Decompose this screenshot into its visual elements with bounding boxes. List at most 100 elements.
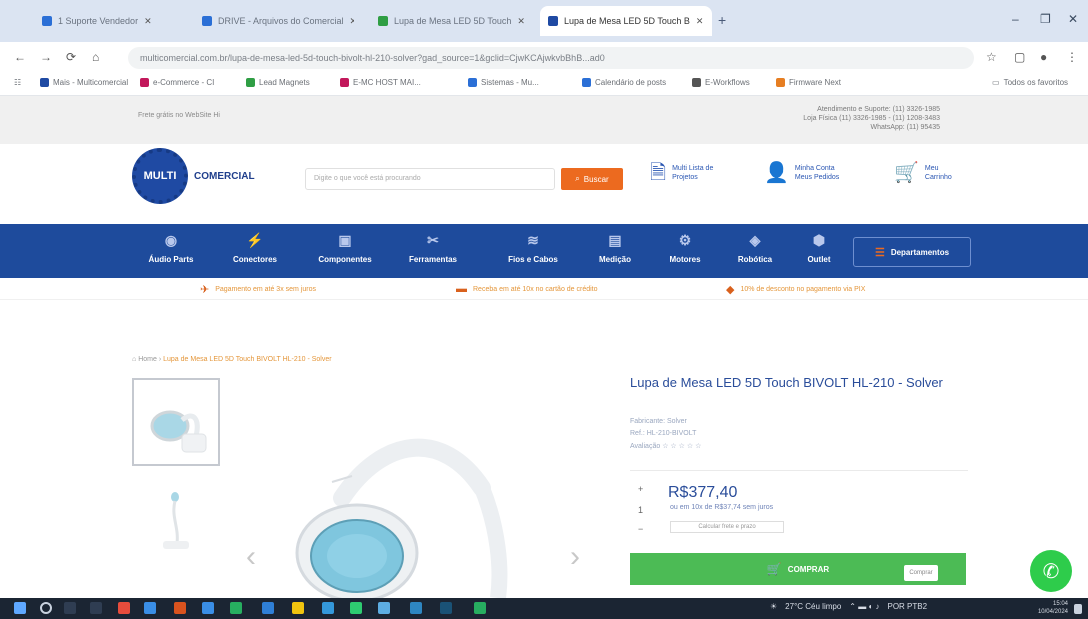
document-icon: 🗎 [650,161,667,184]
bookmark-favicon-icon [340,78,349,87]
all-bookmarks[interactable]: ▭ Todos os favoritos [992,78,1068,87]
taskbar-app-icon[interactable] [378,602,390,614]
extensions-icon[interactable]: ▢ [1014,50,1025,64]
taskbar-app-icon[interactable] [230,602,242,614]
contact-line[interactable]: WhatsApp: (11) 95435 [740,123,940,132]
taskbar-app-icon[interactable] [410,602,422,614]
gallery-next-button[interactable]: › [570,540,580,574]
category-label: Outlet [807,255,831,264]
project-list-link[interactable]: 🗎 Multi Lista de Projetos [650,161,714,184]
search-button[interactable]: ⌕ Buscar [561,168,623,190]
chrome-taskbar-icon[interactable] [292,602,304,614]
category-fios-cabos[interactable]: ≋ Fios e Cabos [498,232,568,264]
taskbar-app-icon[interactable] [474,602,486,614]
rating-label: Avaliação [630,443,661,450]
bookmark-item[interactable]: Firmware Next [776,78,841,87]
audio-icon: ◉ [164,232,178,248]
link-line: Meu [924,165,939,172]
qty-decrease-button[interactable]: − [638,524,643,534]
close-icon[interactable]: ✕ [696,16,704,27]
link-line: Multi Lista de [672,165,714,172]
buy-badge[interactable]: Comprar [904,565,938,581]
category-robotica[interactable]: ◈ Robótica [720,232,790,264]
qty-increase-button[interactable]: + [638,484,643,494]
tray-icons[interactable]: ⌃ ▬ ◐ ♪ [849,602,879,611]
taskbar-app-icon[interactable] [262,602,274,614]
product-thumbnail[interactable] [132,378,220,466]
departments-button[interactable]: ☰ Departamentos [853,237,971,267]
qty-value[interactable]: 1 [638,505,643,515]
bookmark-item[interactable]: Lead Magnets [246,78,310,87]
taskbar-app-icon[interactable] [202,602,214,614]
close-icon[interactable]: ✕ [144,16,152,27]
taskbar-app-icon[interactable] [174,602,186,614]
category-ferramentas[interactable]: ✂ Ferramentas [398,232,468,264]
bookmark-favicon-icon [582,78,591,87]
taskbar-app-icon[interactable] [118,602,130,614]
category-componentes[interactable]: ▣ Componentes [310,232,380,264]
buy-label: COMPRAR [787,564,830,574]
connector-icon: ⚡ [246,232,264,248]
whatsapp-icon[interactable]: ✆ [1030,550,1072,592]
bookmark-star-icon[interactable]: ☆ [986,50,997,64]
weather-text[interactable]: 27°C Céu limpo [785,602,841,611]
close-window-button[interactable]: ✕ [1068,12,1078,26]
taskbar-app-icon[interactable] [144,602,156,614]
product-rating[interactable]: Avaliação ☆ ☆ ☆ ☆ ☆ [630,442,701,450]
search-input[interactable]: Digite o que você está procurando [305,168,555,190]
bookmark-label: E-MC HOST MAI... [353,78,421,87]
product-thumbnail[interactable] [132,476,220,564]
browser-tab[interactable]: DRIVE - Arquivos do Comercial ✕ [194,6,354,36]
gallery-prev-button[interactable]: ‹ [246,540,256,574]
minimize-button[interactable]: – [1012,12,1019,26]
link-line: Meus Pedidos [794,174,840,181]
close-icon[interactable]: ✕ [517,16,525,27]
taskbar-app-icon[interactable] [322,602,334,614]
profile-icon[interactable]: ● [1040,50,1047,64]
taskbar-app-icon[interactable] [440,602,452,614]
category-audio-parts[interactable]: ◉ Áudio Parts [136,232,206,264]
new-tab-button[interactable]: + [718,12,726,28]
category-motores[interactable]: ⚙ Motores [650,232,720,264]
task-view-icon[interactable] [64,602,76,614]
bookmark-item[interactable]: e-Commerce - CI [140,78,214,87]
product-thumbnail[interactable] [132,574,220,598]
menu-icon[interactable]: ⋮ [1066,50,1078,64]
bookmark-item[interactable]: Sistemas - Mu... [468,78,539,87]
breadcrumb-home[interactable]: Home [138,356,157,363]
start-icon[interactable] [14,602,26,614]
browser-tab-active[interactable]: Lupa de Mesa LED 5D Touch B ✕ [540,6,712,36]
apps-grid-icon[interactable]: ☷ [14,78,21,87]
maximize-button[interactable]: ❐ [1040,12,1051,26]
search-icon[interactable] [40,602,52,614]
taskbar-clock[interactable]: 15:04 10/04/2024 [1018,600,1068,616]
folder-icon: ▭ [992,78,1000,87]
account-link[interactable]: 👤 Minha Conta Meus Pedidos [764,163,840,183]
bookmark-item[interactable]: E-Workflows [692,78,750,87]
close-icon[interactable]: ✕ [350,16,354,27]
bookmark-item[interactable]: Mais - Multicomercial [40,78,128,87]
browser-tab[interactable]: Lupa de Mesa LED 5D Touch ✕ [370,6,530,36]
bookmark-item[interactable]: Calendário de posts [582,78,666,87]
taskbar-app-icon[interactable] [350,602,362,614]
breadcrumb: ⌂ Home › Lupa de Mesa LED 5D Touch BIVOL… [132,356,332,363]
reload-button[interactable]: ⟳ [66,50,76,64]
product-main-image[interactable] [232,378,602,603]
forward-button[interactable]: → [40,50,52,64]
bookmark-item[interactable]: E-MC HOST MAI... [340,78,421,87]
category-medicao[interactable]: ▤ Medição [580,232,650,264]
bookmark-favicon-icon [40,78,49,87]
address-bar[interactable]: multicomercial.com.br/lupa-de-mesa-led-5… [128,47,974,69]
notifications-icon[interactable] [1074,604,1082,614]
cart-link[interactable]: 🛒 Meu Carrinho [894,163,952,183]
category-conectores[interactable]: ⚡ Conectores [220,232,290,264]
browser-tab[interactable]: 1 Suporte Vendedor ✕ [34,6,174,36]
language-indicator[interactable]: POR PTB2 [888,602,928,611]
home-button[interactable]: ⌂ [92,50,99,64]
shipping-calc-link[interactable]: Calcular frete e prazo [670,521,784,533]
site-logo[interactable]: MULTI COMERCIAL [132,148,255,204]
home-icon[interactable]: ⌂ [132,356,136,363]
back-button[interactable]: ← [14,50,26,64]
category-outlet[interactable]: ⬢ Outlet [784,232,854,264]
widgets-icon[interactable] [90,602,102,614]
